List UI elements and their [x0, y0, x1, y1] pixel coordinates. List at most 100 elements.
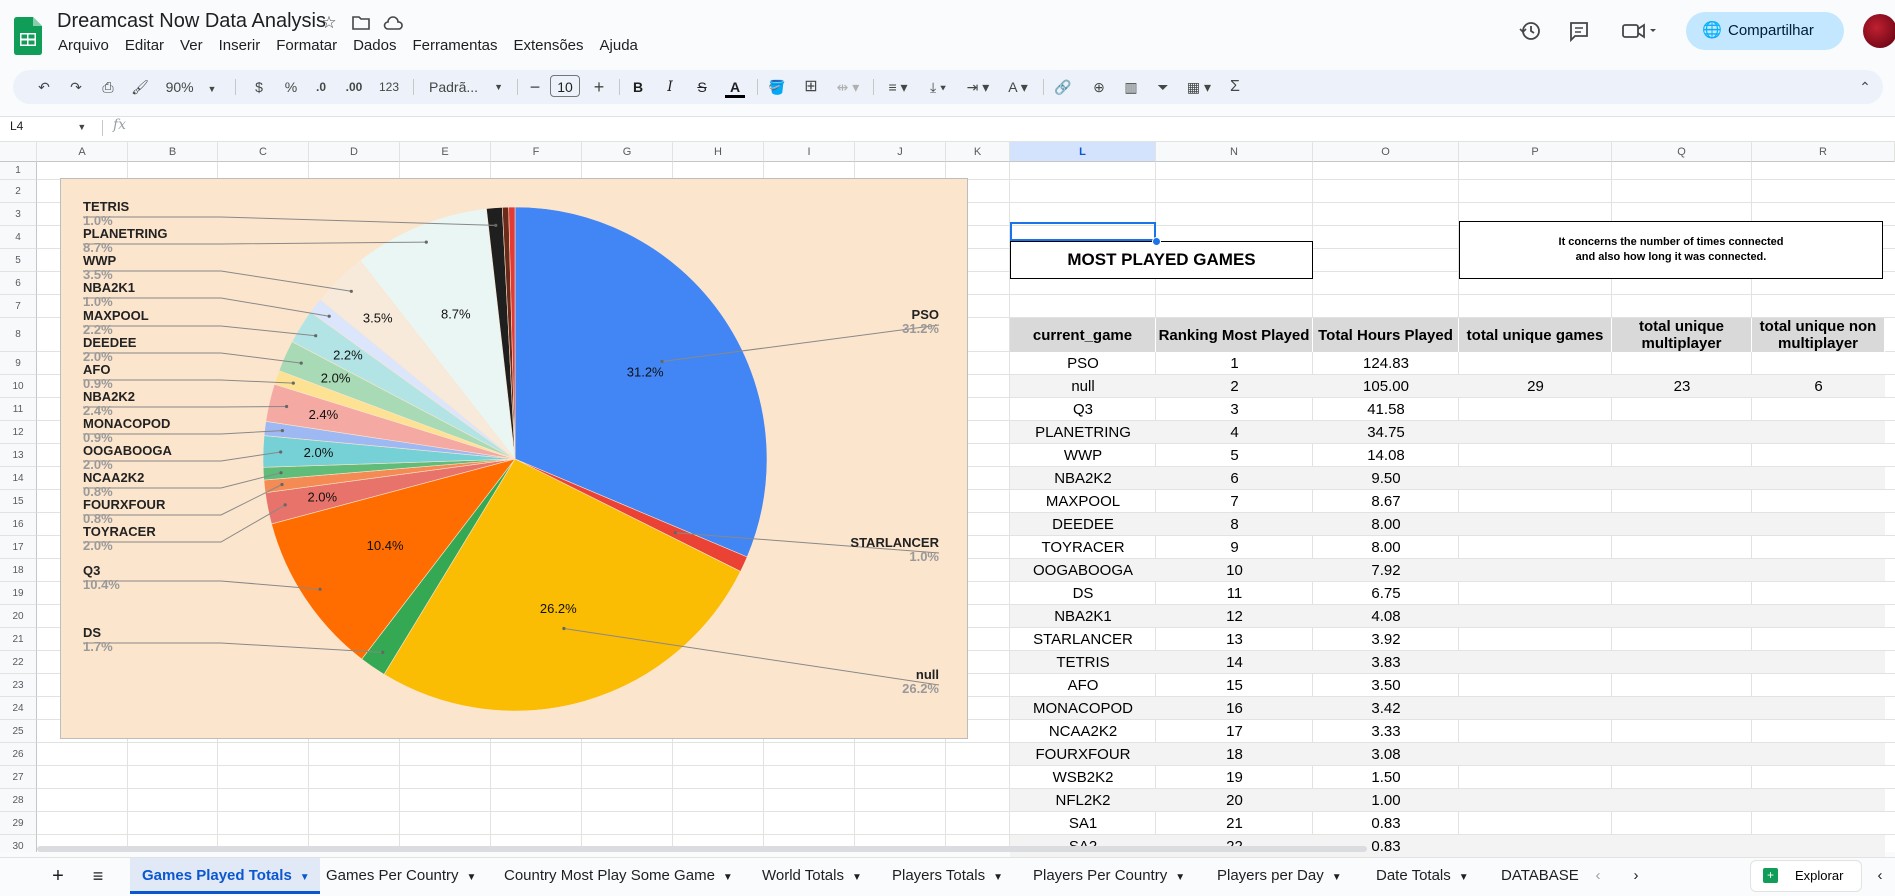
cell-game[interactable]: MAXPOOL	[1010, 490, 1156, 513]
sheet-tab-date-totals[interactable]: Date Totals ▼	[1372, 858, 1495, 894]
cell-hours[interactable]: 1.00	[1313, 789, 1459, 812]
history-icon[interactable]	[1514, 18, 1546, 44]
sheet-tab-games-per-country[interactable]: Games Per Country ▼	[322, 858, 498, 894]
filter-icon[interactable]: ⏷	[1151, 70, 1175, 104]
filter-views-icon[interactable]: ▦ ▾	[1181, 70, 1217, 104]
paint-format-icon[interactable]: 🖌	[127, 70, 153, 104]
menu-dados[interactable]: Dados	[345, 37, 404, 57]
text-color-button[interactable]: A	[723, 70, 747, 104]
menu-inserir[interactable]: Inserir	[211, 37, 269, 57]
header-current-game[interactable]: current_game	[1010, 318, 1156, 352]
cell-rank[interactable]: 9	[1156, 536, 1313, 559]
column-header-e[interactable]: E	[400, 142, 491, 162]
move-folder-icon[interactable]	[350, 12, 372, 34]
cell-rank[interactable]: 17	[1156, 720, 1313, 743]
cell-hours[interactable]: 4.08	[1313, 605, 1459, 628]
cell-game[interactable]: FOURXFOUR	[1010, 743, 1156, 766]
cell-rank[interactable]: 6	[1156, 467, 1313, 490]
cell-hours[interactable]: 0.83	[1313, 812, 1459, 835]
row-header-8[interactable]: 8	[0, 318, 37, 352]
cell-hours[interactable]: 8.00	[1313, 536, 1459, 559]
sheet-tab-games-played-totals[interactable]: Games Played Totals ▼	[130, 858, 320, 894]
avatar[interactable]	[1863, 14, 1895, 48]
chevron-down-icon[interactable]: ▼	[723, 872, 733, 883]
select-all-corner[interactable]	[0, 142, 37, 162]
menu-formatar[interactable]: Formatar	[268, 37, 345, 57]
insert-comment-icon[interactable]: ⊕	[1087, 70, 1111, 104]
chevron-down-icon[interactable]: ▼	[1332, 872, 1342, 883]
cell-hours[interactable]: 34.75	[1313, 421, 1459, 444]
insert-link-icon[interactable]: 🔗	[1051, 70, 1075, 104]
row-header-3[interactable]: 3	[0, 203, 37, 226]
row-header-18[interactable]: 18	[0, 559, 37, 582]
video-icon[interactable]	[1619, 18, 1663, 44]
row-header-13[interactable]: 13	[0, 444, 37, 467]
column-header-a[interactable]: A	[37, 142, 128, 162]
column-header-d[interactable]: D	[309, 142, 400, 162]
functions-button[interactable]: Σ	[1223, 70, 1247, 104]
explore-button[interactable]: + Explorar	[1750, 860, 1862, 892]
pie-chart[interactable]: 31.2% 26.2% 10.4% 2.0% 2.0% 2.4% 2.0% 2.2% 3.5% 8…	[60, 178, 968, 739]
cell-game[interactable]: TOYRACER	[1010, 536, 1156, 559]
cell-hours[interactable]: 3.33	[1313, 720, 1459, 743]
borders-icon[interactable]: ⊞	[799, 70, 823, 104]
cell-rank[interactable]: 15	[1156, 674, 1313, 697]
zoom-select[interactable]: 90% ▼	[161, 70, 221, 104]
chevron-down-icon[interactable]: ▼	[1459, 872, 1469, 883]
cell-hours[interactable]: 124.83	[1313, 352, 1459, 375]
cell-game[interactable]: PLANETRING	[1010, 421, 1156, 444]
cell-game[interactable]: SA1	[1010, 812, 1156, 835]
cell-rank[interactable]: 16	[1156, 697, 1313, 720]
tabs-scroll-left-icon[interactable]: ‹	[1588, 858, 1608, 894]
row-header-2[interactable]: 2	[0, 180, 37, 203]
align-horizontal-icon[interactable]: ≡ ▾	[881, 70, 915, 104]
menu-ferramentas[interactable]: Ferramentas	[404, 37, 505, 57]
side-panel-toggle-icon[interactable]: ‹	[1870, 858, 1890, 894]
cell-hours[interactable]: 41.58	[1313, 398, 1459, 421]
cell-game[interactable]: OOGABOOGA	[1010, 559, 1156, 582]
row-header-22[interactable]: 22	[0, 651, 37, 674]
plus-icon[interactable]: +	[46, 858, 70, 894]
cell-hours[interactable]: 7.92	[1313, 559, 1459, 582]
row-header-20[interactable]: 20	[0, 605, 37, 628]
align-vertical-icon[interactable]: ⤓ ▾	[921, 70, 955, 104]
cell-hours[interactable]: 6.75	[1313, 582, 1459, 605]
cell-game[interactable]: NBA2K2	[1010, 467, 1156, 490]
row-header-1[interactable]: 1	[0, 162, 37, 180]
cell-game[interactable]: NCAA2K2	[1010, 720, 1156, 743]
column-header-g[interactable]: G	[582, 142, 673, 162]
text-wrap-icon[interactable]: ⇥ ▾	[961, 70, 995, 104]
print-icon[interactable]: ⎙	[95, 70, 121, 104]
sheet-tab-players-per-day[interactable]: Players per Day ▼	[1213, 858, 1370, 894]
cell-game[interactable]: NBA2K1	[1010, 605, 1156, 628]
increase-decimal-button[interactable]: .00	[340, 70, 368, 104]
italic-button[interactable]: I	[659, 70, 681, 104]
column-header-f[interactable]: F	[491, 142, 582, 162]
document-title[interactable]: Dreamcast Now Data Analysis	[57, 10, 326, 33]
cell-hours[interactable]: 3.83	[1313, 651, 1459, 674]
row-header-27[interactable]: 27	[0, 766, 37, 789]
column-header-b[interactable]: B	[128, 142, 218, 162]
star-icon[interactable]: ☆	[318, 12, 340, 34]
cell-game[interactable]: STARLANCER	[1010, 628, 1156, 651]
table-title[interactable]: MOST PLAYED GAMES	[1010, 241, 1313, 279]
row-header-15[interactable]: 15	[0, 490, 37, 513]
cell-hours[interactable]: 1.50	[1313, 766, 1459, 789]
cell-game[interactable]: WSB2K2	[1010, 766, 1156, 789]
cell-rank[interactable]: 14	[1156, 651, 1313, 674]
row-header-23[interactable]: 23	[0, 674, 37, 697]
row-header-12[interactable]: 12	[0, 421, 37, 444]
row-header-30[interactable]: 30	[0, 835, 37, 852]
header-unique-games[interactable]: total unique games	[1459, 318, 1612, 352]
fill-color-icon[interactable]: 🪣	[765, 70, 789, 104]
menu-extensoes[interactable]: Extensões	[505, 37, 591, 57]
increase-font-size-button[interactable]: +	[589, 70, 609, 104]
chevron-down-icon[interactable]: ▼	[467, 872, 477, 883]
row-header-6[interactable]: 6	[0, 272, 37, 295]
row-header-5[interactable]: 5	[0, 249, 37, 272]
share-button[interactable]: 🌐 Compartilhar	[1686, 12, 1844, 50]
column-header-r[interactable]: R	[1752, 142, 1895, 162]
chevron-down-icon[interactable]: ▼	[300, 872, 310, 883]
cell-game[interactable]: WWP	[1010, 444, 1156, 467]
column-header-q[interactable]: Q	[1612, 142, 1752, 162]
